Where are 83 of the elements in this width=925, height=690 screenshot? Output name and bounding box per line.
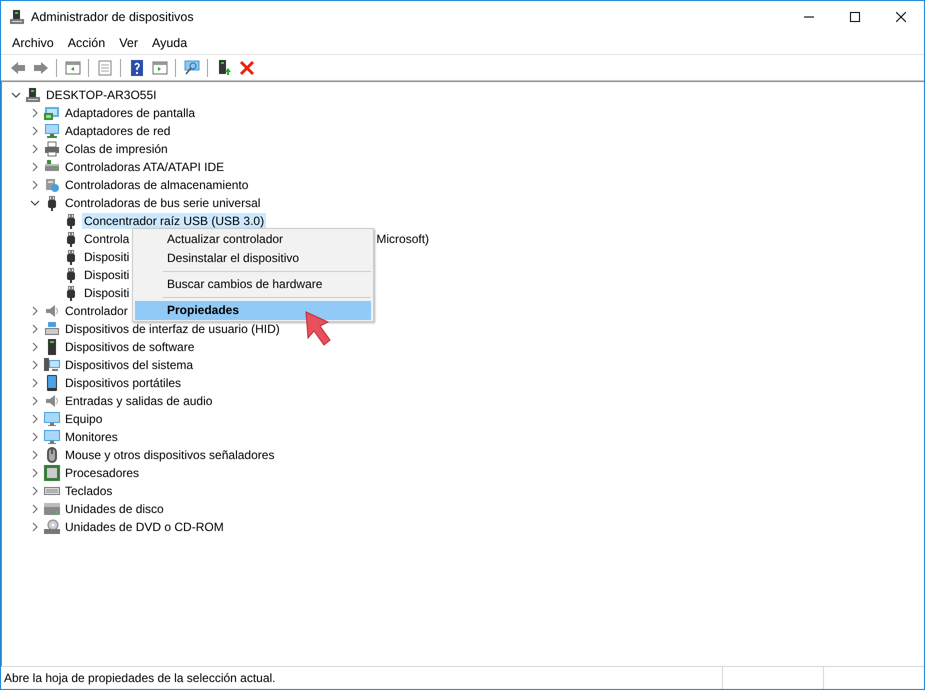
forward-arrow-icon[interactable] [32,60,48,76]
context-menu-item[interactable]: Actualizar controlador [135,230,371,249]
uninstall-icon[interactable] [238,60,254,76]
collapse-chevron-icon[interactable] [30,198,40,208]
scan-monitor-icon[interactable] [184,60,200,76]
input-device-icon [44,321,60,337]
tree-item[interactable]: DESKTOP-AR3O55I [44,87,158,103]
tree-item[interactable]: Concentrador raíz USB (USB 3.0) [82,213,266,229]
tree-item[interactable]: Dispositivos del sistema [63,357,196,373]
expand-chevron-icon[interactable] [30,522,40,532]
computer-icon [25,87,41,103]
tree-item[interactable]: Colas de impresión [63,141,170,157]
tree-item[interactable]: Equipo [63,411,104,427]
processor-icon [44,465,60,481]
expand-chevron-icon[interactable] [30,324,40,334]
tree-item[interactable]: Mouse y otros dispositivos señaladores [63,447,276,463]
close-icon[interactable] [896,12,906,22]
tree-item[interactable]: Procesadores [63,465,142,481]
expand-chevron-icon[interactable] [30,396,40,406]
window-panel-icon[interactable] [64,60,80,76]
printer-icon [44,141,60,157]
speaker-icon [44,303,60,319]
tree-item[interactable]: Unidades de disco [63,501,166,517]
menu-item[interactable]: Archivo [5,36,61,50]
tree-item[interactable]: Controladoras de bus serie universal [63,195,262,211]
speaker-icon [44,393,60,409]
tablet-icon [44,375,60,391]
tree-item[interactable]: Entradas y salidas de audio [63,393,214,409]
expand-chevron-icon[interactable] [30,306,40,316]
context-menu-item[interactable]: Propiedades [135,301,371,320]
tree-item[interactable]: Adaptadores de red [63,123,172,139]
expand-chevron-icon[interactable] [30,432,40,442]
expand-chevron-icon[interactable] [30,450,40,460]
display-adapter-icon [44,105,60,121]
expand-chevron-icon[interactable] [30,180,40,190]
system-devices-icon [44,357,60,373]
expand-chevron-icon[interactable] [30,108,40,118]
tree-item[interactable]: Unidades de DVD o CD-ROM [63,519,226,535]
expand-chevron-icon[interactable] [30,342,40,352]
window-title: Administrador de dispositivos [31,10,194,24]
app-icon [9,8,25,24]
network-adapter-icon [44,123,60,139]
tree-item[interactable]: Dispositi [82,249,132,265]
back-arrow-icon[interactable] [10,60,26,76]
storage-controller-icon [44,177,60,193]
window-panel-icon[interactable] [152,60,168,76]
expand-chevron-icon[interactable] [30,486,40,496]
disk-drive-icon [44,501,60,517]
tree-item[interactable]: Controlador [63,303,130,319]
mouse-icon [44,447,60,463]
expand-chevron-icon[interactable] [30,468,40,478]
tree-item[interactable]: Dispositi [82,285,132,301]
tree-item[interactable]: Controla [82,231,132,247]
menu-item[interactable]: Acción [60,36,112,50]
status-text: Abre la hoja de propiedades de la selección actual. [3,671,277,685]
maximize-icon[interactable] [850,12,860,22]
tree-item[interactable]: Controladoras ATA/ATAPI IDE [63,159,226,175]
tree-item[interactable]: Controladoras de almacenamiento [63,177,250,193]
expand-chevron-icon[interactable] [30,144,40,154]
expand-chevron-icon[interactable] [30,126,40,136]
expand-chevron-icon[interactable] [30,360,40,370]
menu-item[interactable]: Ayuda [144,36,194,50]
optical-drive-icon [44,519,60,535]
document-icon[interactable] [96,60,112,76]
expand-chevron-icon[interactable] [30,414,40,424]
monitor-icon [44,411,60,427]
tree-item[interactable]: Dispositivos de interfaz de usuario (HID) [63,321,282,337]
menu-item[interactable]: Ver [112,36,145,50]
context-menu-item[interactable]: Desinstalar el dispositivo [135,249,371,268]
expand-chevron-icon[interactable] [30,378,40,388]
tree-item[interactable]: Adaptadores de pantalla [63,105,198,121]
help-icon[interactable] [128,60,144,76]
collapse-chevron-icon[interactable] [10,90,20,100]
tree-item[interactable]: Dispositivos de software [63,339,196,355]
tree-item-text: Microsoft) [376,232,430,246]
tree-item[interactable]: Dispositivos portátiles [63,375,184,391]
expand-chevron-icon[interactable] [30,162,40,172]
tree-item[interactable]: Dispositi [82,267,132,283]
tree-item[interactable]: Teclados [63,483,114,499]
context-menu-item[interactable]: Buscar cambios de hardware [135,275,371,294]
tree-item[interactable]: Monitores [63,429,120,445]
monitor-icon [44,429,60,445]
expand-chevron-icon[interactable] [30,504,40,514]
